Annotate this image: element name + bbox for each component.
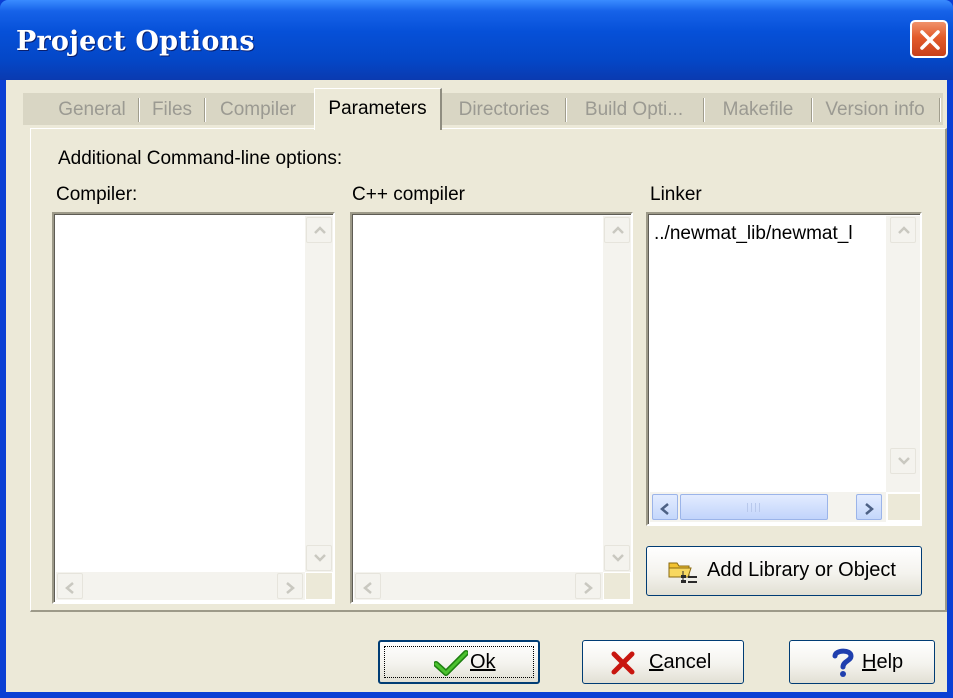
x-icon: [611, 651, 635, 675]
question-icon: [832, 648, 854, 677]
chevron-right-icon: [584, 582, 593, 594]
tab-directories[interactable]: Directories: [452, 96, 556, 124]
compiler-options-textarea[interactable]: [52, 212, 335, 604]
chevron-down-icon: [612, 554, 624, 562]
chevron-up-icon: [612, 226, 624, 234]
command-line-options-heading: Additional Command-line options:: [58, 148, 343, 169]
linker-label: Linker: [650, 184, 702, 205]
ok-button[interactable]: Ok: [378, 640, 540, 684]
scroll-left-button[interactable]: [355, 573, 381, 599]
tab-separator: [205, 98, 206, 122]
chevron-down-icon: [314, 554, 326, 562]
scroll-right-button[interactable]: [856, 494, 882, 520]
ok-label: Ok: [470, 651, 496, 673]
scroll-thumb[interactable]: [680, 494, 828, 520]
chevron-right-icon: [865, 503, 874, 515]
tab-makefile[interactable]: Makefile: [712, 96, 804, 124]
scroll-up-button[interactable]: [306, 217, 332, 243]
scrollbar-corner: [888, 494, 920, 520]
checkmark-icon: [434, 650, 468, 676]
tab-compiler[interactable]: Compiler: [214, 96, 302, 124]
window-title: Project Options: [16, 26, 255, 57]
scroll-left-button[interactable]: [57, 573, 83, 599]
linker-horizontal-scrollbar[interactable]: [650, 492, 886, 522]
scrollbar-corner: [604, 573, 630, 599]
cancel-label: Cancel: [649, 651, 712, 673]
scroll-down-button[interactable]: [604, 545, 630, 571]
chevron-right-icon: [286, 582, 295, 594]
tab-separator: [704, 98, 705, 122]
close-icon: [920, 30, 940, 50]
chevron-up-icon: [898, 226, 910, 234]
chevron-up-icon: [314, 226, 326, 234]
cpp-compiler-vertical-scrollbar[interactable]: [603, 216, 631, 572]
compiler-horizontal-scrollbar[interactable]: [56, 572, 305, 600]
tab-separator: [812, 98, 813, 122]
scroll-up-button[interactable]: [890, 217, 916, 243]
tab-files[interactable]: Files: [148, 96, 196, 124]
tab-separator: [566, 98, 567, 122]
help-button[interactable]: Help: [789, 640, 935, 684]
tab-separator: [139, 98, 140, 122]
cpp-compiler-label: C++ compiler: [352, 184, 465, 205]
chevron-left-icon: [660, 503, 669, 515]
tab-version-info[interactable]: Version info: [818, 96, 932, 124]
thumb-grip: [747, 503, 748, 512]
chevron-left-icon: [65, 582, 74, 594]
thumb-grip: [755, 503, 756, 512]
scroll-left-button[interactable]: [652, 494, 678, 520]
scrollbar-corner: [306, 573, 332, 599]
tab-build-options[interactable]: Build Opti...: [574, 96, 694, 124]
close-button[interactable]: [910, 20, 948, 58]
title-bar[interactable]: Project Options: [0, 0, 953, 80]
thumb-grip: [759, 503, 760, 512]
tab-parameters[interactable]: Parameters: [314, 88, 442, 130]
cancel-button[interactable]: Cancel: [582, 640, 744, 684]
scroll-down-button[interactable]: [890, 448, 916, 474]
cpp-compiler-options-textarea[interactable]: [350, 212, 633, 604]
scroll-right-button[interactable]: [277, 573, 303, 599]
linker-options-text: ../newmat_lib/newmat_l: [654, 223, 853, 244]
compiler-label: Compiler:: [56, 184, 138, 205]
add-library-or-object-label: Add Library or Object: [707, 559, 896, 581]
tab-general[interactable]: General: [54, 96, 130, 124]
linker-vertical-scrollbar[interactable]: [886, 216, 920, 492]
linker-options-textarea[interactable]: ../newmat_lib/newmat_l: [646, 212, 922, 526]
thumb-grip: [751, 503, 752, 512]
help-label: Help: [862, 651, 904, 673]
cpp-compiler-horizontal-scrollbar[interactable]: [354, 572, 603, 600]
add-library-or-object-button[interactable]: Add Library or Object: [646, 546, 922, 596]
tab-separator: [940, 98, 941, 122]
scroll-right-button[interactable]: [575, 573, 601, 599]
chevron-down-icon: [898, 457, 910, 465]
scroll-down-button[interactable]: [306, 545, 332, 571]
scroll-up-button[interactable]: [604, 217, 630, 243]
chevron-left-icon: [363, 582, 372, 594]
window-frame-bottom: [0, 692, 953, 698]
compiler-vertical-scrollbar[interactable]: [305, 216, 333, 572]
folder-library-icon: [668, 562, 697, 583]
